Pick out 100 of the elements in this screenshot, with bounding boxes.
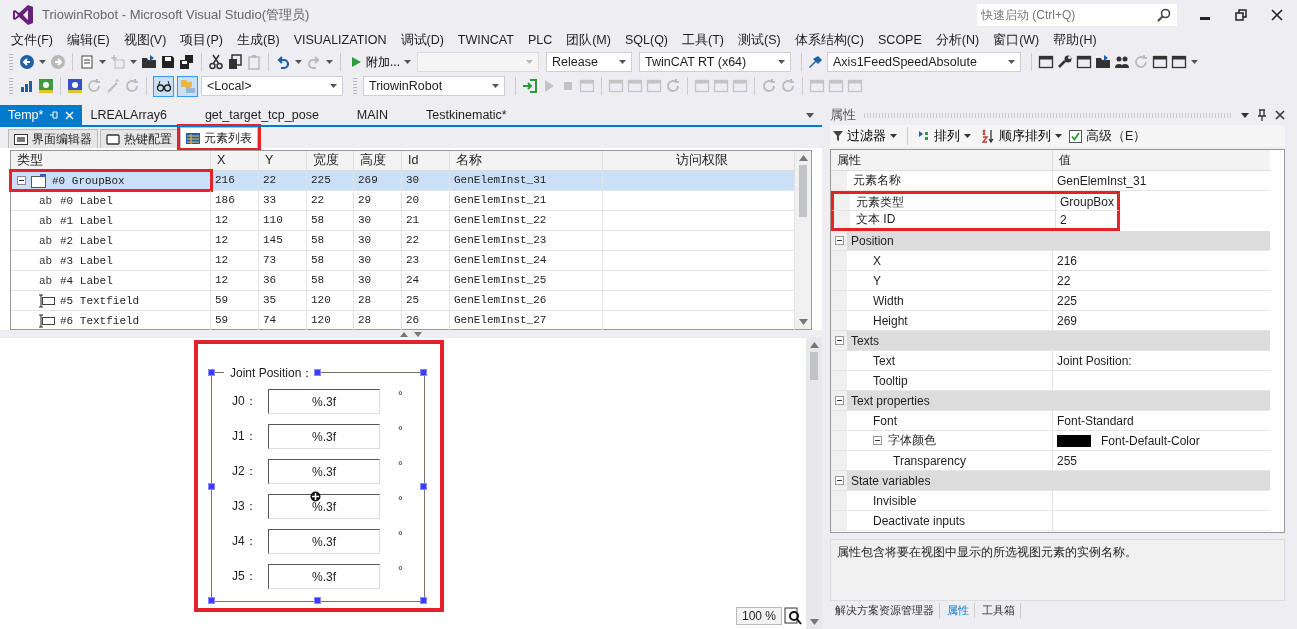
window-icon[interactable] — [1171, 54, 1187, 70]
caret-icon[interactable] — [39, 60, 46, 64]
column-header[interactable]: Y — [259, 151, 307, 170]
caret-icon[interactable] — [1191, 60, 1198, 64]
property-value[interactable]: Joint Position: — [1057, 353, 1132, 368]
table-row[interactable]: ab #1 Label 12 110 58 30 21 GenElemInst_22 — [11, 211, 795, 231]
caret-icon[interactable] — [130, 60, 137, 64]
resize-handle[interactable] — [420, 369, 427, 376]
menu-item[interactable]: 编辑(E) — [59, 31, 117, 49]
window-icon[interactable] — [1076, 54, 1092, 70]
category-row[interactable]: State variables — [831, 471, 1270, 491]
resize-handle[interactable] — [314, 597, 321, 604]
column-header[interactable]: Id — [402, 151, 450, 170]
property-row[interactable]: Font Font-Standard — [831, 411, 1270, 431]
scissors-icon[interactable] — [208, 54, 224, 70]
new-project-icon[interactable] — [79, 54, 95, 70]
checkbox-label[interactable]: 高级（E） — [1086, 127, 1147, 145]
value-field[interactable]: %.3f — [268, 389, 380, 414]
collapse-icon[interactable] — [834, 476, 844, 485]
property-value[interactable]: 22 — [1057, 273, 1071, 288]
property-row[interactable]: Invisible — [831, 491, 1270, 511]
property-row[interactable]: Width 225 — [831, 291, 1270, 311]
collapse-icon[interactable] — [834, 236, 844, 245]
category-row[interactable]: Text properties — [831, 391, 1270, 411]
pin-icon[interactable] — [1257, 109, 1267, 121]
window-icon[interactable] — [1152, 54, 1168, 70]
property-value[interactable]: 216 — [1057, 253, 1078, 268]
table-row[interactable]: ab #0 Label 186 33 22 29 20 GenElemInst_21 — [11, 191, 795, 211]
property-value[interactable]: Font-Default-Color — [1101, 433, 1200, 448]
value-field[interactable]: %.3f — [268, 494, 380, 519]
column-header[interactable]: 名称 — [450, 151, 603, 170]
resize-handle[interactable] — [208, 369, 215, 376]
save-icon[interactable] — [160, 54, 176, 70]
menu-item[interactable]: TWINCAT — [450, 33, 521, 47]
value-field[interactable]: %.3f — [268, 459, 380, 484]
value-field[interactable]: %.3f — [268, 529, 380, 554]
menu-item[interactable]: 帮助(H) — [1046, 31, 1104, 49]
enter-icon[interactable] — [522, 78, 538, 94]
value-field[interactable]: %.3f — [268, 564, 380, 589]
dropdown[interactable]: Release — [546, 52, 632, 72]
column-header[interactable]: 宽度 — [307, 151, 354, 170]
resize-handle[interactable] — [314, 369, 321, 376]
zoom-icon[interactable] — [784, 607, 802, 625]
menu-item[interactable]: 生成(B) — [230, 31, 287, 49]
column-header[interactable]: 高度 — [354, 151, 402, 170]
caret-icon[interactable] — [326, 60, 333, 64]
menu-item[interactable]: 文件(F) — [4, 31, 60, 49]
menu-item[interactable]: 测试(S) — [731, 31, 788, 49]
column-header[interactable]: 类型 — [11, 151, 211, 170]
menu-item[interactable]: 工具(T) — [675, 31, 731, 49]
back-icon[interactable] — [19, 54, 35, 70]
property-value[interactable]: 2 — [1060, 212, 1067, 227]
undo-icon[interactable] — [275, 54, 291, 70]
menu-item[interactable]: 窗口(W) — [986, 31, 1047, 49]
property-row[interactable]: Y 22 — [831, 271, 1270, 291]
arrow-down-icon[interactable] — [809, 619, 819, 625]
menu-item[interactable]: SQL(Q) — [617, 33, 675, 47]
table-row[interactable]: #0 GroupBox 216 22 225 269 30 GenElemInst_31 — [11, 171, 795, 191]
attach-button[interactable]: 附加... — [347, 51, 414, 73]
toolbar-menu-button[interactable]: 顺序排列 — [978, 127, 1065, 145]
document-tab[interactable]: LREALArray6 — [82, 105, 175, 125]
document-tab[interactable]: MAIN — [348, 105, 397, 125]
menu-item[interactable]: 体系结构(C) — [787, 31, 871, 49]
caret-icon[interactable] — [806, 112, 814, 118]
property-row[interactable]: 字体颜色 Font-Default-Color — [831, 431, 1270, 451]
restore-icon[interactable] — [1235, 9, 1247, 21]
panel-tab[interactable]: 属性 — [942, 603, 975, 618]
property-row[interactable]: 元素类型 GroupBox — [831, 191, 1120, 211]
property-value[interactable]: Font-Standard — [1057, 413, 1134, 428]
resize-handle[interactable] — [208, 597, 215, 604]
arrow-down-icon[interactable] — [798, 319, 808, 325]
property-row[interactable]: X 216 — [831, 251, 1270, 271]
property-value[interactable]: 269 — [1057, 313, 1078, 328]
collapse-icon[interactable] — [834, 336, 844, 345]
arrow-up-icon[interactable] — [809, 342, 819, 348]
editor-tab[interactable]: 元素列表 — [180, 127, 258, 148]
property-value[interactable]: 255 — [1057, 453, 1078, 468]
table-row[interactable]: ab #4 Label 12 36 58 30 24 GenElemInst_25 — [11, 271, 795, 291]
table-row[interactable]: ab #2 Label 12 145 58 30 22 GenElemInst_23 — [11, 231, 795, 251]
checkbox[interactable] — [1069, 129, 1082, 143]
search-icon[interactable] — [1157, 8, 1171, 22]
collapse-icon[interactable] — [873, 436, 882, 445]
table-row[interactable]: ab #3 Label 12 73 58 30 23 GenElemInst_24 — [11, 251, 795, 271]
caret-icon[interactable] — [99, 60, 106, 64]
wrench-icon[interactable] — [1057, 54, 1073, 70]
document-tab[interactable]: Testkinematic* — [418, 105, 515, 125]
menu-item[interactable]: 团队(M) — [559, 31, 618, 49]
value-field[interactable]: %.3f — [268, 424, 380, 449]
zoom-level[interactable]: 100 % — [735, 607, 782, 625]
menu-item[interactable]: 项目(P) — [173, 31, 230, 49]
arrow-up-icon[interactable] — [798, 155, 808, 161]
toolbar-menu-button[interactable]: 排列 — [915, 127, 974, 145]
save-all-icon[interactable] — [179, 54, 195, 70]
editor-tab[interactable]: 热键配置 — [100, 129, 178, 148]
category-row[interactable]: Texts — [831, 331, 1270, 351]
scrollbar-thumb[interactable] — [810, 352, 818, 380]
menu-item[interactable]: 调试(D) — [393, 31, 451, 49]
panel-tab[interactable]: 解决方案资源管理器 — [830, 603, 940, 618]
collapse-icon[interactable] — [17, 176, 26, 185]
people-icon[interactable] — [1114, 54, 1130, 70]
